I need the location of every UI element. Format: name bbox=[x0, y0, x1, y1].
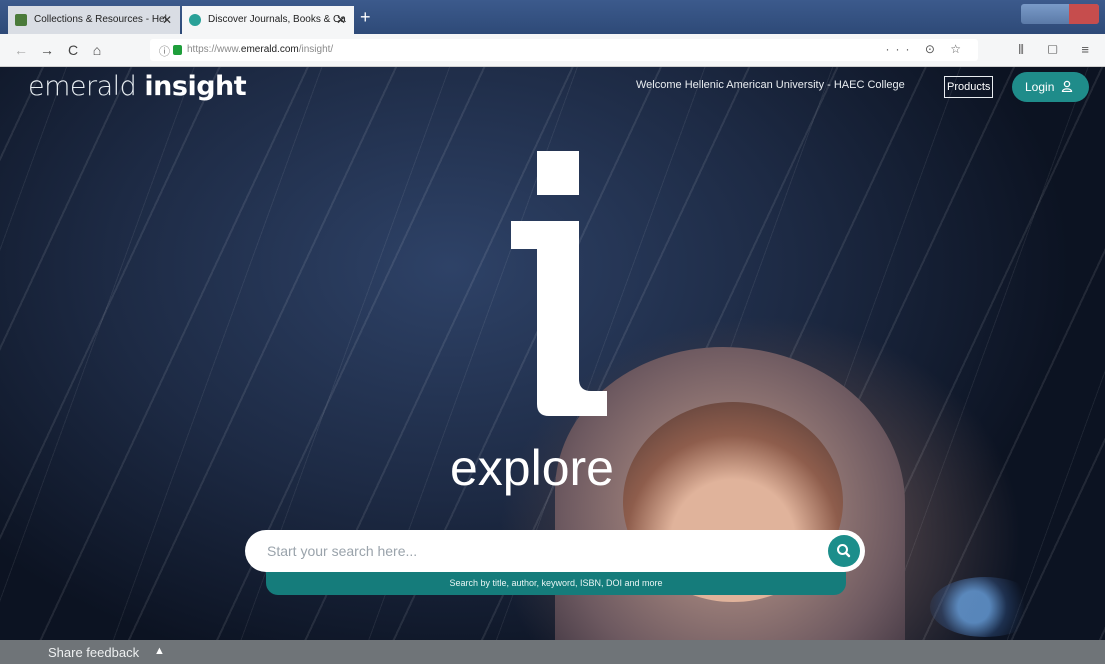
toolbar-library-icon[interactable]: ⫴ ▢ ≡ bbox=[1018, 42, 1099, 58]
browser-tab-emerald[interactable]: Discover Journals, Books & Ca ✕ bbox=[182, 6, 354, 34]
share-feedback-label[interactable]: Share feedback bbox=[48, 645, 139, 660]
url-domain: emerald.com bbox=[240, 44, 299, 55]
window-close-button[interactable] bbox=[1069, 4, 1099, 24]
tab-close-icon[interactable]: ✕ bbox=[162, 6, 172, 34]
tab-title: Collections & Resources - Hel bbox=[34, 14, 167, 25]
search-box bbox=[245, 530, 865, 572]
tab-favicon-icon bbox=[15, 14, 27, 26]
address-bar[interactable]: ⓘ https://www.emerald.com/insight/ ··· ⊙… bbox=[150, 39, 978, 61]
url-path: /insight/ bbox=[298, 44, 334, 55]
window-controls[interactable] bbox=[1021, 4, 1099, 24]
products-link[interactable]: Products bbox=[944, 76, 994, 98]
tab-title: Discover Journals, Books & Ca bbox=[208, 14, 346, 25]
hero-section: emerald insight Welcome Hellenic America… bbox=[0, 67, 1105, 640]
search-icon bbox=[837, 544, 851, 558]
new-tab-button[interactable]: + bbox=[360, 8, 371, 26]
welcome-text: Welcome Hellenic American University - H… bbox=[636, 79, 905, 91]
chevron-up-icon[interactable]: ▲ bbox=[154, 645, 165, 657]
search-input[interactable] bbox=[267, 530, 827, 572]
hero-photo-lights bbox=[930, 577, 1040, 637]
search-hint: Search by title, author, keyword, ISBN, … bbox=[266, 572, 846, 595]
url-text[interactable]: https://www.emerald.com/insight/ bbox=[187, 44, 333, 55]
home-icon[interactable]: ⌂ bbox=[88, 41, 106, 59]
tab-close-icon[interactable]: ✕ bbox=[336, 6, 346, 34]
lock-icon bbox=[173, 45, 182, 55]
login-label: Login bbox=[1025, 80, 1055, 94]
explore-heading: explore bbox=[450, 440, 614, 496]
insight-i-logo-icon bbox=[511, 151, 607, 416]
logo-light-text: emerald bbox=[28, 71, 145, 102]
logo-bold-text: insight bbox=[144, 71, 247, 102]
reload-icon[interactable]: C bbox=[64, 41, 82, 59]
login-button[interactable]: Login bbox=[1012, 72, 1089, 102]
site-header: emerald insight Welcome Hellenic America… bbox=[0, 67, 1105, 107]
url-prefix: https://www. bbox=[187, 44, 241, 55]
user-icon bbox=[1061, 80, 1073, 92]
share-feedback-bar[interactable]: Share feedback ▲ bbox=[0, 640, 1105, 664]
page-actions-icon[interactable]: ··· ⊙ ☆ bbox=[886, 42, 967, 56]
browser-tab-bar: Collections & Resources - Hel ✕ Discover… bbox=[0, 0, 1105, 34]
browser-tab-collections[interactable]: Collections & Resources - Hel ✕ bbox=[8, 6, 180, 34]
forward-arrow-icon[interactable]: → bbox=[38, 41, 56, 59]
browser-nav-bar: ← → C ⌂ ⓘ https://www.emerald.com/insigh… bbox=[0, 34, 1105, 67]
tab-favicon-icon bbox=[189, 14, 201, 26]
emerald-insight-logo[interactable]: emerald insight bbox=[28, 71, 247, 102]
back-arrow-icon[interactable]: ← bbox=[12, 41, 30, 59]
search-button[interactable] bbox=[828, 535, 860, 567]
info-icon[interactable]: ⓘ bbox=[159, 43, 170, 59]
